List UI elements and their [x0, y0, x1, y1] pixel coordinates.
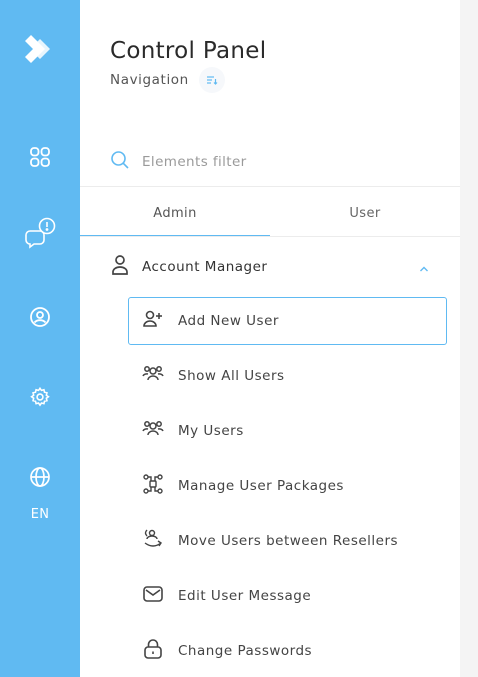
packages-icon	[142, 473, 164, 499]
group-label: Account Manager	[142, 259, 268, 275]
menu-item-label: Manage User Packages	[178, 478, 344, 494]
tab-user[interactable]: User	[270, 187, 460, 237]
brand-chevron-logo[interactable]	[22, 31, 58, 67]
menu-item-label: Add New User	[178, 313, 279, 329]
divider	[80, 236, 460, 237]
chat-alert-icon[interactable]	[24, 215, 58, 249]
subtitle-row: Navigation	[110, 67, 225, 93]
tab-bar: Admin User	[80, 187, 460, 237]
search-input[interactable]	[142, 154, 412, 170]
envelope-icon	[142, 584, 164, 608]
search-icon	[110, 150, 130, 174]
move-icon	[142, 528, 164, 554]
search-bar	[110, 148, 440, 176]
menu-item-my-users[interactable]: My Users	[128, 407, 447, 455]
menu-item-add-new-user[interactable]: Add New User	[128, 297, 447, 345]
menu-item-manage-user-packages[interactable]: Manage User Packages	[128, 462, 447, 510]
user-outline-icon	[110, 254, 130, 280]
users-group-icon	[142, 364, 164, 388]
page-subtitle: Navigation	[110, 72, 189, 88]
chevron-up-icon[interactable]	[418, 260, 430, 279]
menu-item-label: Change Passwords	[178, 643, 313, 659]
account-manager-header[interactable]: Account Manager	[110, 252, 430, 282]
lock-icon	[142, 638, 164, 664]
menu-item-move-users[interactable]: Move Users between Resellers	[128, 517, 447, 565]
gear-icon[interactable]	[26, 383, 54, 411]
tab-admin[interactable]: Admin	[80, 187, 270, 237]
menu-item-label: Show All Users	[178, 368, 285, 384]
user-plus-icon	[142, 309, 164, 333]
page-title: Control Panel	[110, 38, 267, 64]
language-label[interactable]: EN	[0, 507, 80, 522]
user-circle-icon[interactable]	[26, 303, 54, 331]
menu-item-label: My Users	[178, 423, 244, 439]
menu-item-label: Edit User Message	[178, 588, 312, 604]
users-group-icon	[142, 419, 164, 443]
control-panel: Control Panel Navigation Admin User Acco…	[80, 0, 460, 677]
content-edge	[460, 0, 478, 677]
menu-item-edit-user-message[interactable]: Edit User Message	[128, 572, 447, 620]
left-rail: EN	[0, 0, 80, 677]
globe-icon[interactable]	[26, 463, 54, 491]
nav-sort-icon[interactable]	[198, 67, 225, 93]
menu-item-label: Move Users between Resellers	[178, 533, 399, 549]
menu-item-show-all-users[interactable]: Show All Users	[128, 352, 447, 400]
menu-item-change-passwords[interactable]: Change Passwords	[128, 627, 447, 675]
grid-icon[interactable]	[26, 143, 54, 171]
